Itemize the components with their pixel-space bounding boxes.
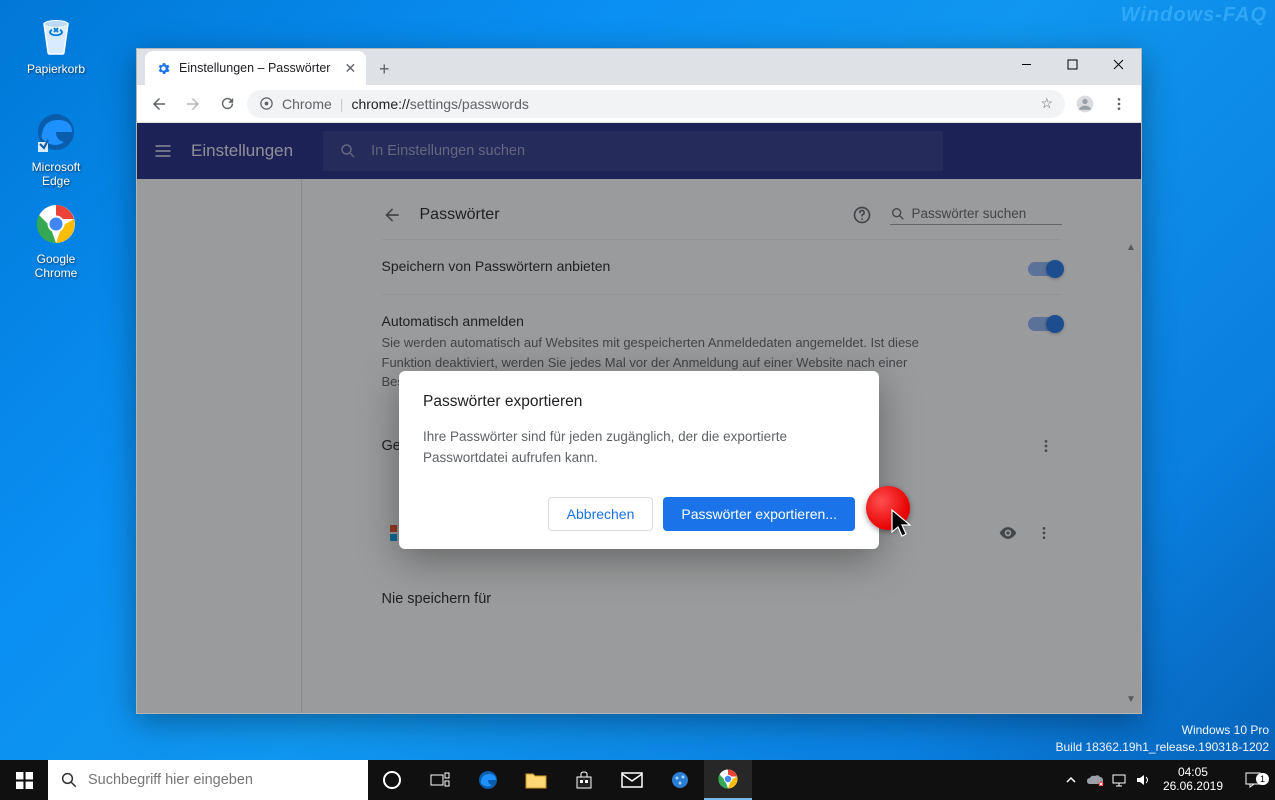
export-passwords-button[interactable]: Passwörter exportieren... bbox=[663, 497, 855, 531]
tray-clock[interactable]: 04:05 26.06.2019 bbox=[1155, 766, 1231, 794]
taskbar-explorer[interactable] bbox=[512, 760, 560, 800]
edge-icon bbox=[32, 108, 80, 156]
tray-network-icon[interactable] bbox=[1107, 760, 1131, 800]
desktop-icon-label: Microsoft Edge bbox=[18, 160, 94, 188]
chrome-page-icon bbox=[259, 96, 274, 111]
address-bar-row: Chrome | chrome://settings/passwords ☆ bbox=[137, 85, 1141, 123]
taskbar-chrome[interactable] bbox=[704, 760, 752, 800]
start-button[interactable] bbox=[0, 760, 48, 800]
task-view-button[interactable] bbox=[416, 760, 464, 800]
taskbar-app[interactable] bbox=[656, 760, 704, 800]
dialog-body: Ihre Passwörter sind für jeden zugänglic… bbox=[423, 427, 855, 469]
chrome-icon bbox=[32, 200, 80, 248]
recycle-bin-icon bbox=[32, 10, 80, 58]
cancel-button[interactable]: Abbrechen bbox=[548, 497, 654, 531]
tray-time: 04:05 bbox=[1163, 766, 1223, 780]
tray-volume-icon[interactable] bbox=[1131, 760, 1155, 800]
new-tab-button[interactable]: + bbox=[370, 55, 398, 83]
bookmark-star-icon[interactable]: ☆ bbox=[1040, 95, 1053, 112]
chrome-titlebar: Einstellungen – Passwörter ✕ + bbox=[137, 49, 1141, 85]
chrome-window: Einstellungen – Passwörter ✕ + Chrome | … bbox=[136, 48, 1142, 714]
desktop-icon-edge[interactable]: Microsoft Edge bbox=[18, 108, 94, 188]
system-tray: 04:05 26.06.2019 1 bbox=[1059, 760, 1275, 800]
chrome-menu-button[interactable] bbox=[1105, 90, 1133, 118]
tray-onedrive-icon[interactable] bbox=[1083, 760, 1107, 800]
forward-button[interactable] bbox=[179, 90, 207, 118]
notification-badge: 1 bbox=[1256, 773, 1269, 785]
tab-title: Einstellungen – Passwörter bbox=[179, 61, 330, 75]
settings-page: Einstellungen Passwörter bbox=[137, 123, 1141, 713]
search-icon bbox=[60, 771, 78, 789]
taskbar-search[interactable] bbox=[48, 760, 368, 800]
taskbar-edge[interactable] bbox=[464, 760, 512, 800]
taskbar-store[interactable] bbox=[560, 760, 608, 800]
maximize-button[interactable] bbox=[1049, 49, 1095, 79]
close-button[interactable] bbox=[1095, 49, 1141, 79]
gear-icon bbox=[155, 60, 171, 76]
close-icon[interactable]: ✕ bbox=[344, 60, 356, 77]
taskbar-search-input[interactable] bbox=[88, 772, 356, 788]
reload-button[interactable] bbox=[213, 90, 241, 118]
minimize-button[interactable] bbox=[1003, 49, 1049, 79]
omnibox-prefix: Chrome bbox=[282, 96, 332, 112]
desktop-icon-recycle-bin[interactable]: Papierkorb bbox=[18, 10, 94, 76]
cursor-icon bbox=[890, 508, 916, 538]
back-button[interactable] bbox=[145, 90, 173, 118]
profile-button[interactable] bbox=[1071, 90, 1099, 118]
action-center-button[interactable]: 1 bbox=[1231, 771, 1275, 789]
taskbar-mail[interactable] bbox=[608, 760, 656, 800]
tray-chevron-up-icon[interactable] bbox=[1059, 760, 1083, 800]
desktop-icon-label: Google Chrome bbox=[18, 252, 94, 280]
address-bar[interactable]: Chrome | chrome://settings/passwords ☆ bbox=[247, 90, 1065, 118]
export-passwords-dialog: Passwörter exportieren Ihre Passwörter s… bbox=[399, 371, 879, 549]
dialog-title: Passwörter exportieren bbox=[423, 393, 855, 411]
desktop-icon-label: Papierkorb bbox=[18, 62, 94, 76]
tray-date: 26.06.2019 bbox=[1163, 780, 1223, 794]
browser-tab[interactable]: Einstellungen – Passwörter ✕ bbox=[145, 51, 366, 85]
url-scheme: chrome:// bbox=[351, 96, 409, 112]
windows-watermark: Windows 10 Pro Build 18362.19h1_release.… bbox=[1055, 722, 1269, 756]
desktop-icon-chrome[interactable]: Google Chrome bbox=[18, 200, 94, 280]
url-path: settings/passwords bbox=[410, 96, 529, 112]
taskbar: 04:05 26.06.2019 1 bbox=[0, 760, 1275, 800]
cortana-button[interactable] bbox=[368, 760, 416, 800]
